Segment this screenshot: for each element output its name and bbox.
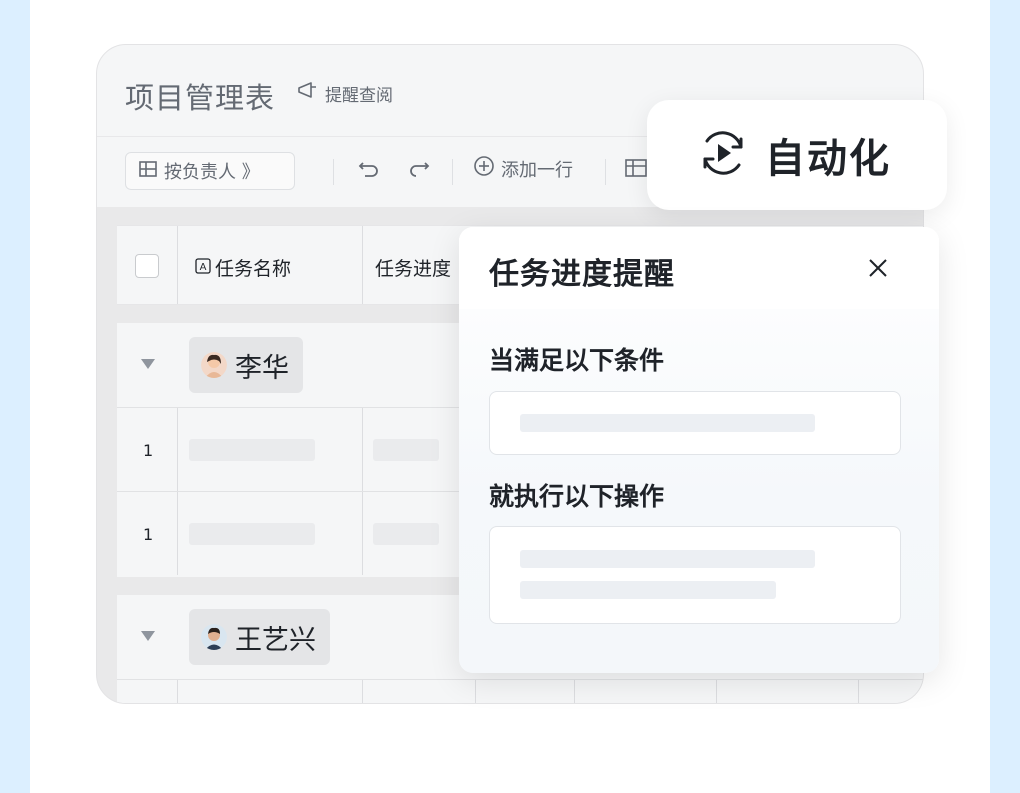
column-header-label: 任务名称 bbox=[215, 258, 292, 280]
owner-tag[interactable]: 李华 bbox=[189, 337, 303, 393]
automation-label: 自动化 bbox=[765, 136, 891, 182]
select-all-checkbox[interactable] bbox=[135, 254, 159, 278]
column-divider bbox=[362, 492, 363, 575]
redo-icon[interactable] bbox=[407, 155, 431, 179]
collapse-triangle-icon[interactable] bbox=[141, 359, 155, 369]
divider bbox=[605, 159, 606, 185]
field-placeholder bbox=[520, 581, 776, 599]
group-by-label: 按负责人 》 bbox=[164, 162, 260, 183]
avatar bbox=[201, 352, 227, 378]
owner-tag[interactable]: 王艺兴 bbox=[189, 609, 330, 665]
field-placeholder bbox=[520, 414, 815, 432]
owner-name: 李华 bbox=[235, 352, 289, 384]
remind-button[interactable]: 提醒查阅 bbox=[297, 81, 393, 106]
remind-label: 提醒查阅 bbox=[325, 86, 393, 106]
table-row bbox=[117, 679, 923, 703]
svg-text:A: A bbox=[200, 262, 207, 273]
column-divider bbox=[362, 408, 363, 491]
field-placeholder bbox=[520, 550, 815, 568]
text-field-icon: A bbox=[195, 257, 211, 279]
action-label: 就执行以下操作 bbox=[489, 482, 665, 511]
column-divider bbox=[177, 492, 178, 575]
column-header-progress[interactable]: 任务进度 bbox=[375, 254, 451, 281]
cell-placeholder bbox=[189, 439, 315, 461]
cell-placeholder bbox=[373, 439, 439, 461]
plus-circle-icon bbox=[473, 155, 495, 182]
table-view-icon[interactable] bbox=[625, 158, 647, 178]
group-by-owner-button[interactable]: 按负责人 》 bbox=[125, 152, 295, 190]
condition-label: 当满足以下条件 bbox=[489, 346, 665, 375]
automation-badge[interactable]: 自动化 bbox=[647, 100, 947, 210]
column-header-label: 任务进度 bbox=[375, 258, 452, 280]
column-divider bbox=[362, 680, 363, 703]
column-divider bbox=[362, 226, 363, 304]
cell-placeholder bbox=[373, 523, 439, 545]
divider bbox=[333, 159, 334, 185]
panel-title: 任务进度提醒 bbox=[489, 257, 675, 292]
column-divider bbox=[177, 680, 178, 703]
column-divider bbox=[475, 680, 476, 703]
row-number: 1 bbox=[143, 441, 154, 460]
close-icon[interactable] bbox=[863, 253, 893, 283]
add-row-label: 添加一行 bbox=[501, 159, 573, 181]
row-number: 1 bbox=[143, 525, 154, 544]
undo-icon[interactable] bbox=[357, 155, 381, 179]
divider bbox=[452, 159, 453, 185]
grid-icon bbox=[138, 159, 158, 184]
column-divider bbox=[716, 680, 717, 703]
play-cycle-icon bbox=[697, 127, 749, 183]
panel-header: 任务进度提醒 bbox=[459, 227, 939, 309]
column-divider bbox=[177, 408, 178, 491]
page-title: 项目管理表 bbox=[125, 81, 276, 115]
condition-field[interactable] bbox=[489, 391, 901, 455]
progress-reminder-panel: 任务进度提醒 当满足以下条件 就执行以下操作 bbox=[459, 227, 939, 673]
add-row-button[interactable]: 添加一行 bbox=[473, 155, 573, 182]
column-divider bbox=[858, 680, 859, 703]
column-divider bbox=[574, 680, 575, 703]
avatar bbox=[201, 624, 227, 650]
cell-placeholder bbox=[189, 523, 315, 545]
owner-name: 王艺兴 bbox=[235, 624, 316, 656]
column-divider bbox=[177, 226, 178, 304]
column-header-task-name[interactable]: A 任务名称 bbox=[195, 254, 291, 281]
action-field[interactable] bbox=[489, 526, 901, 624]
megaphone-icon bbox=[297, 81, 319, 106]
collapse-triangle-icon[interactable] bbox=[141, 631, 155, 641]
